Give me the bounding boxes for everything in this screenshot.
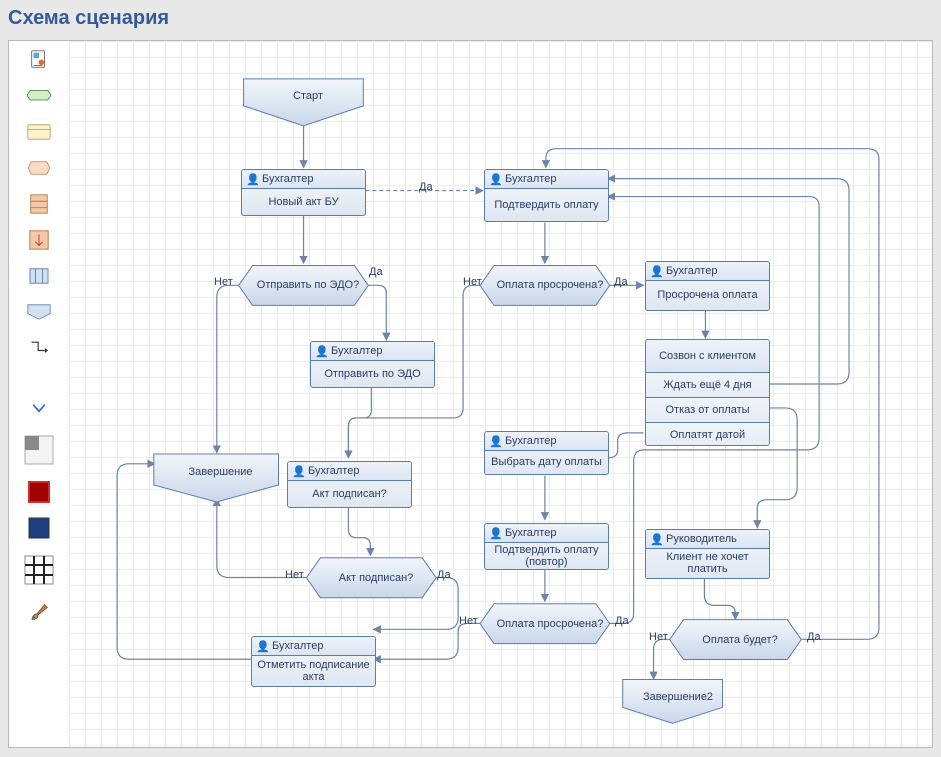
user-icon: 👤 — [650, 265, 662, 277]
role-label: Бухгалтер — [308, 465, 359, 477]
connector-icon[interactable] — [27, 339, 51, 357]
grid-icon[interactable] — [24, 555, 54, 585]
edge-label-no: Нет — [285, 569, 304, 581]
options-call-client[interactable]: Созвон с клиентом Ждать ещё 4 дня Отказ … — [645, 339, 770, 446]
start-label: Старт — [244, 83, 372, 111]
page-title: Схема сценария — [0, 0, 941, 34]
fill-red-icon[interactable] — [27, 483, 51, 501]
task-label: Выбрать дату оплаты — [491, 456, 602, 468]
fill-blue-icon[interactable] — [27, 519, 51, 537]
edge-label-yes: Да — [419, 181, 433, 193]
diagram-canvas[interactable]: Старт Отправить по ЭДО? Оплата просрочен… — [69, 41, 932, 747]
task-confirm-pay2[interactable]: 👤 Бухгалтер Подтвердить оплату (повтор) — [484, 523, 609, 570]
option-wait-4-days[interactable]: Ждать ещё 4 дня — [646, 373, 769, 398]
image-doc-icon[interactable] — [27, 51, 51, 69]
user-icon: 👤 — [489, 173, 501, 185]
diagram-frame: Старт Отправить по ЭДО? Оплата просрочен… — [8, 40, 933, 748]
start-shape-icon[interactable] — [27, 87, 51, 105]
user-icon: 👤 — [489, 527, 501, 539]
decision-pay-willbe-label: Оплата будет? — [681, 621, 799, 661]
task-label: Отправить по ЭДО — [324, 368, 420, 380]
end2-label: Завершение2 — [624, 685, 732, 710]
task-label: Просрочена оплата — [657, 289, 757, 301]
role-label: Бухгалтер — [272, 640, 323, 652]
task-mark-sign[interactable]: 👤 Бухгалтер Отметить подписание акта — [251, 636, 376, 687]
role-label: Руководитель — [666, 533, 737, 545]
role-label: Бухгалтер — [666, 265, 717, 277]
user-icon: 👤 — [256, 640, 268, 652]
user-icon: 👤 — [489, 435, 501, 447]
role-label: Бухгалтер — [331, 345, 382, 357]
task-choose-date[interactable]: 👤 Бухгалтер Выбрать дату оплаты — [484, 431, 609, 475]
decision-pay-overdue-label: Оплата просрочена? — [491, 266, 609, 306]
edge-label-yes: Да — [437, 569, 451, 581]
user-icon: 👤 — [246, 173, 258, 185]
role-label: Бухгалтер — [505, 173, 556, 185]
decision-send-edo-label: Отправить по ЭДО? — [249, 266, 367, 306]
user-icon: 👤 — [650, 533, 662, 545]
option-refuse-pay[interactable]: Отказ от оплаты — [646, 398, 769, 423]
user-icon: 👤 — [315, 345, 327, 357]
options-title: Созвон с клиентом — [659, 350, 756, 362]
option-pay-by-date[interactable]: Оплатят датой — [646, 423, 769, 446]
end-shape-icon[interactable] — [27, 303, 51, 321]
role-label: Бухгалтер — [262, 173, 313, 185]
task-confirm-pay[interactable]: 👤 Бухгалтер Подтвердить оплату — [484, 169, 609, 222]
edge-label-no: Нет — [463, 276, 482, 288]
background-icon[interactable] — [24, 435, 54, 465]
user-icon: 👤 — [292, 465, 304, 477]
task-label: Новый акт БУ — [268, 196, 338, 208]
task-label: Подтвердить оплату (повтор) — [489, 544, 604, 568]
task-label: Подтвердить оплату — [494, 199, 598, 211]
multistate-shape-icon[interactable] — [27, 267, 51, 285]
edge-label-yes: Да — [615, 615, 629, 627]
task-no-pay[interactable]: 👤 Руководитель Клиент не хочет платить — [645, 529, 770, 579]
tool-palette — [9, 41, 69, 747]
task-shape-icon[interactable] — [27, 123, 51, 141]
task-label: Акт подписан? — [312, 488, 387, 500]
edge-label-no: Нет — [459, 615, 478, 627]
chevron-down-icon[interactable] — [27, 399, 51, 417]
decision-pay-overdue2-label: Оплата просрочена? — [491, 605, 609, 645]
stack-shape-icon[interactable] — [27, 195, 51, 213]
end1-label: Завершение — [154, 459, 287, 487]
task-overdue[interactable]: 👤 Бухгалтер Просрочена оплата — [645, 261, 770, 311]
task-new-act[interactable]: 👤 Бухгалтер Новый акт БУ — [241, 169, 366, 216]
task-act-signed[interactable]: 👤 Бухгалтер Акт подписан? — [287, 461, 412, 508]
edge-label-yes: Да — [614, 276, 628, 288]
task-label: Клиент не хочет платить — [650, 551, 765, 575]
subprocess-shape-icon[interactable] — [27, 231, 51, 249]
edge-label-yes: Да — [807, 631, 821, 643]
task-label: Отметить подписание акта — [256, 659, 371, 683]
edge-label-no: Нет — [649, 631, 668, 643]
task-send-edo[interactable]: 👤 Бухгалтер Отправить по ЭДО — [310, 341, 435, 388]
role-label: Бухгалтер — [505, 527, 556, 539]
edge-label-no: Нет — [214, 276, 233, 288]
decision-shape-icon[interactable] — [27, 159, 51, 177]
role-label: Бухгалтер — [505, 435, 556, 447]
decision-act-signed-label: Акт подписан? — [317, 559, 435, 599]
edge-label-yes: Да — [369, 266, 383, 278]
brush-icon[interactable] — [27, 603, 51, 621]
